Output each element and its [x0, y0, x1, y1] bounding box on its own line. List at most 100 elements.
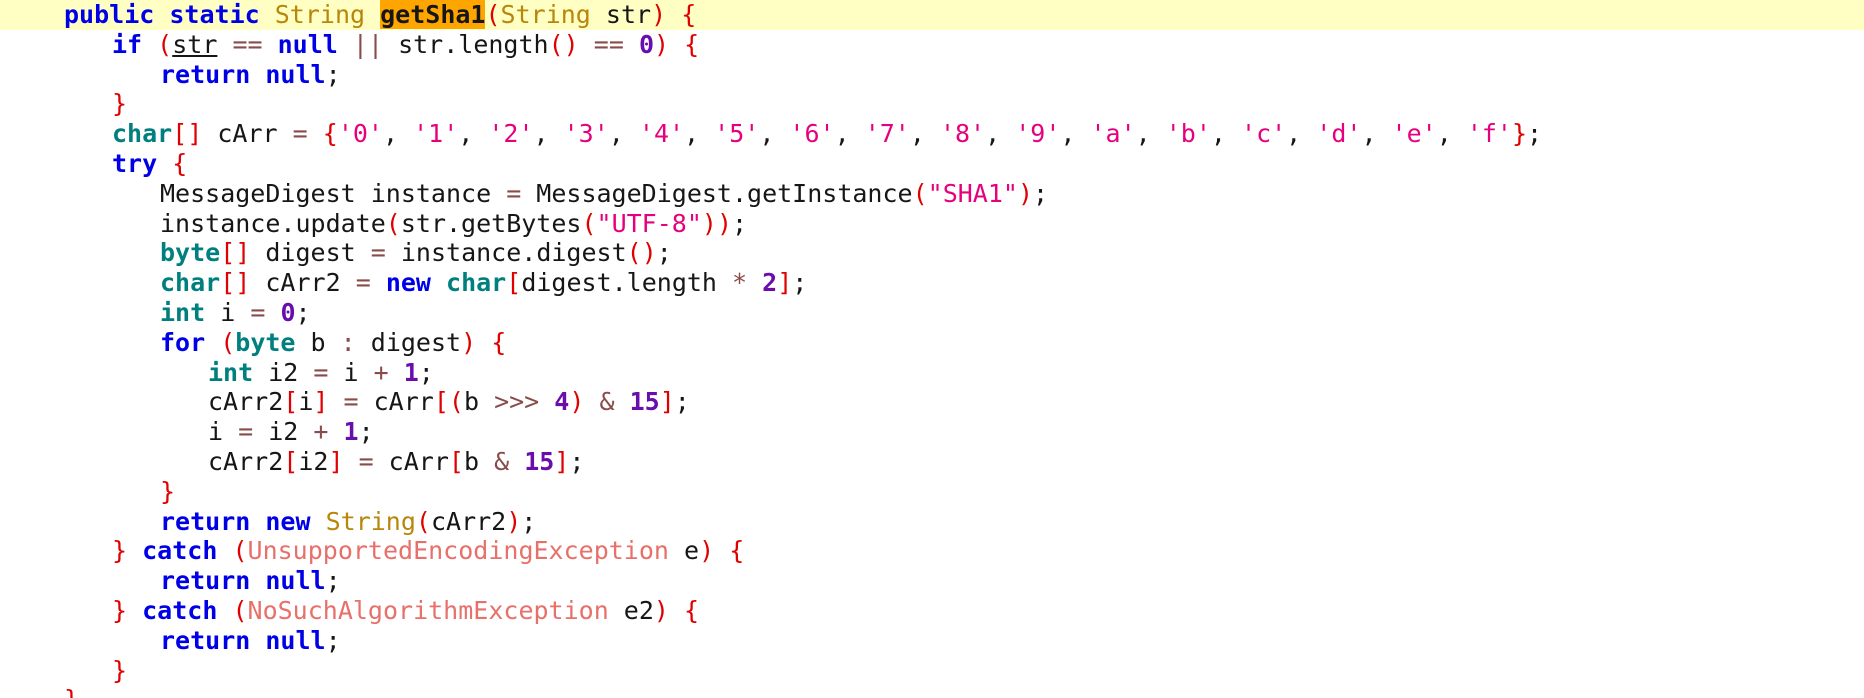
code-token: >>> [494, 387, 540, 417]
code-token: ; [418, 357, 434, 387]
code-line[interactable]: byte[] digest = instance.digest(); [0, 238, 1864, 268]
code-line[interactable]: } [0, 685, 1864, 698]
code-token: )) [701, 208, 732, 238]
code-line[interactable]: } catch (NoSuchAlgorithmException e2) { [0, 596, 1864, 626]
code-token: ) [699, 536, 715, 566]
code-line[interactable]: for (byte b : digest) { [0, 328, 1864, 358]
code-line[interactable]: i = i2 + 1; [0, 417, 1864, 447]
code-token: [( [433, 387, 464, 417]
code-line[interactable]: } [0, 89, 1864, 119]
code-token: String [500, 0, 591, 29]
code-token: ] [554, 446, 570, 476]
code-token: 0 [638, 29, 654, 59]
code-token: { [684, 595, 700, 625]
code-token: , [1135, 119, 1166, 149]
code-token: || [352, 29, 384, 59]
code-editor-pane[interactable]: public static String getSha1(String str)… [0, 0, 1864, 698]
code-token: , [1286, 119, 1317, 149]
code-token: '0' [337, 119, 383, 149]
code-line[interactable]: int i2 = i + 1; [0, 358, 1864, 388]
code-line[interactable]: cArr2[i2] = cArr[b & 15]; [0, 447, 1864, 477]
code-token: } [160, 476, 176, 506]
code-line[interactable]: return new String(cArr2); [0, 507, 1864, 537]
code-token: = [370, 238, 386, 268]
code-token: 15 [629, 387, 660, 417]
code-token: return [160, 625, 251, 655]
code-token: ; [656, 238, 672, 268]
code-line[interactable]: cArr2[i] = cArr[(b >>> 4) & 15]; [0, 387, 1864, 417]
code-token: digest.length [521, 268, 733, 298]
code-token: ] [659, 387, 675, 417]
code-token: ( [157, 29, 173, 59]
code-token: 'c' [1241, 119, 1287, 149]
code-line[interactable]: int i = 0; [0, 298, 1864, 328]
code-token: new [385, 268, 431, 298]
code-token: { [172, 148, 188, 178]
code-token: ( [220, 327, 236, 357]
code-token: ) [569, 387, 585, 417]
code-lines-container[interactable]: public static String getSha1(String str)… [0, 0, 1864, 698]
code-line[interactable]: if (str == null || str.length() == 0) { [0, 30, 1864, 60]
code-line[interactable]: instance.update(str.getBytes("UTF-8")); [0, 209, 1864, 239]
code-token: byte [235, 327, 296, 357]
code-token: i [205, 297, 251, 327]
code-token: , [759, 119, 790, 149]
code-token: ; [732, 208, 748, 238]
code-line[interactable]: char[] cArr = {'0', '1', '2', '3', '4', … [0, 119, 1864, 149]
code-token: char [160, 268, 221, 298]
code-token: b [295, 327, 341, 357]
code-token: null [265, 59, 326, 89]
code-line[interactable]: return null; [0, 626, 1864, 656]
code-token: & [599, 387, 615, 417]
code-token: , [1210, 119, 1242, 149]
code-line[interactable]: } [0, 477, 1864, 507]
code-token: 1 [343, 417, 359, 447]
code-token: , [909, 119, 940, 149]
code-line[interactable]: public static String getSha1(String str)… [0, 0, 1864, 30]
code-token: static [169, 0, 260, 29]
code-token: + [313, 417, 329, 447]
code-line[interactable]: char[] cArr2 = new char[digest.length * … [0, 268, 1864, 298]
code-token: = [358, 446, 374, 476]
code-token: } [1511, 119, 1528, 149]
code-token: i [328, 357, 374, 387]
code-line[interactable]: } [0, 656, 1864, 686]
code-token: instance.update [160, 208, 386, 238]
code-line[interactable]: } catch (UnsupportedEncodingException e)… [0, 536, 1864, 566]
code-token: 4 [554, 387, 570, 417]
code-token: 'a' [1090, 119, 1136, 149]
code-token: , [382, 119, 414, 149]
code-token: 1 [403, 357, 419, 387]
code-token: = [250, 297, 266, 327]
code-line[interactable]: try { [0, 149, 1864, 179]
code-token: == [232, 29, 263, 59]
code-token: ] [328, 446, 344, 476]
code-token: digest [355, 327, 462, 357]
code-token: 2 [762, 268, 778, 298]
code-token: ; [295, 297, 311, 327]
code-token: int [160, 297, 206, 327]
code-line[interactable]: return null; [0, 566, 1864, 596]
code-token: cArr [373, 446, 449, 476]
code-token: [] [220, 238, 251, 268]
code-line[interactable]: return null; [0, 60, 1864, 90]
code-token: () [626, 238, 657, 268]
code-token: , [834, 119, 865, 149]
code-token: & [494, 446, 510, 476]
code-token: { [684, 29, 700, 59]
code-line[interactable]: MessageDigest instance = MessageDigest.g… [0, 179, 1864, 209]
code-token: digest [250, 238, 371, 268]
